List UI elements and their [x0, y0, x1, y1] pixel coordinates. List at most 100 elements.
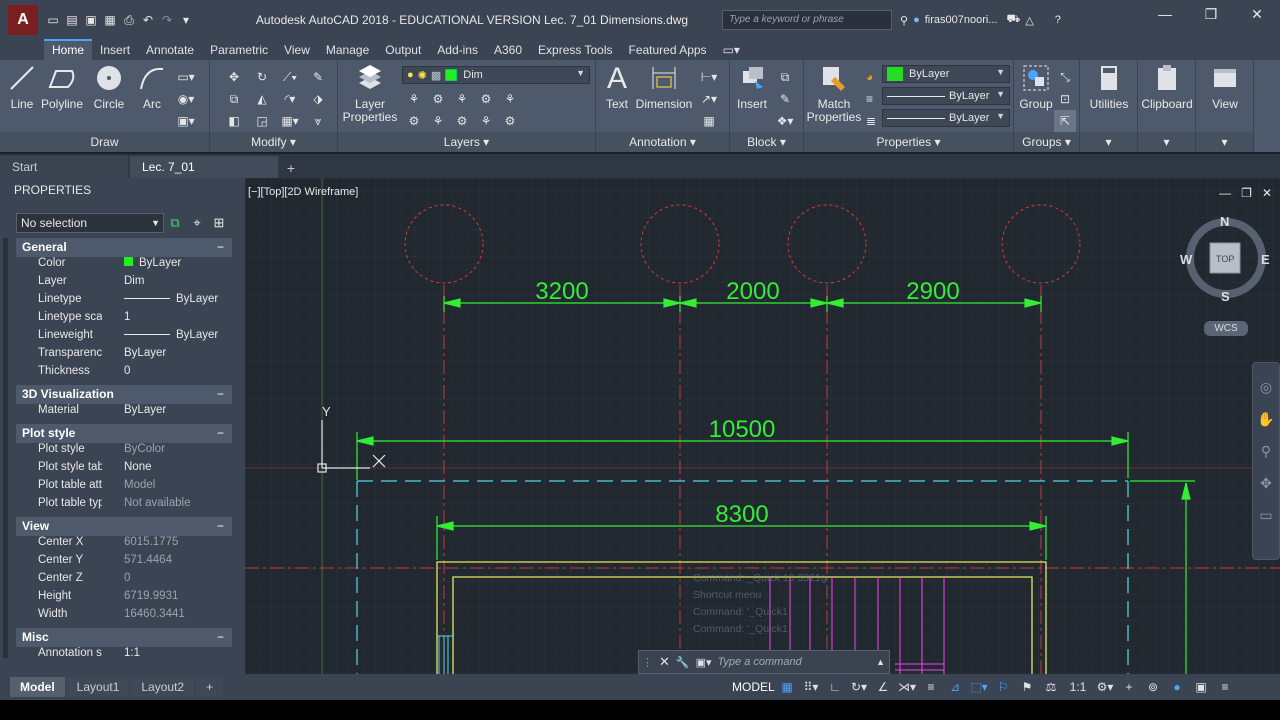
collapse-icon[interactable]: − [217, 385, 224, 404]
dim-text-2000[interactable]: 2000 [726, 278, 779, 305]
user-account[interactable]: ⚲ ● firas007noori... ⛟ △ ? [900, 13, 1061, 27]
group-general[interactable]: General − [16, 238, 232, 257]
dynamic-input-icon[interactable]: ⊿ [946, 677, 964, 697]
group-button[interactable]: Group [1018, 62, 1054, 111]
select-objects-icon[interactable]: ⌖ [186, 215, 208, 231]
zoom-icon[interactable]: ⚲ [1253, 435, 1279, 467]
hardware-acceleration-icon[interactable]: ● [1168, 677, 1186, 697]
layer-freeze-tool-icon[interactable]: ⚘ [450, 88, 474, 110]
create-block-icon[interactable]: ⧉ [772, 66, 798, 88]
property-row[interactable]: Linetype scale1 [16, 311, 232, 329]
layer-unlock-icon[interactable]: ⚘ [474, 110, 498, 132]
layer-walk-icon[interactable]: ⚙ [498, 110, 522, 132]
tab-model[interactable]: Model [10, 677, 65, 697]
property-row[interactable]: Annotation sc...1:1 [16, 647, 232, 665]
binoculars-icon[interactable]: ⚲ [900, 14, 908, 27]
tab-layout1[interactable]: Layout1 [66, 677, 130, 697]
command-input[interactable]: Type a command [718, 656, 802, 668]
linetype-combo[interactable]: ByLayer ▼ [882, 87, 1010, 105]
property-value[interactable]: 0 [102, 365, 232, 383]
copy-icon[interactable]: ⧉ [220, 88, 248, 110]
linear-dim-icon[interactable]: ⊢▾ [694, 66, 724, 88]
new-tab-icon[interactable]: + [280, 158, 302, 178]
property-row[interactable]: Center Z 0 [16, 572, 232, 590]
compass-north[interactable]: N [1220, 214, 1229, 229]
viewport-minimize-icon[interactable]: — [1219, 186, 1231, 200]
edit-attributes-icon[interactable]: ❖▾ [772, 110, 798, 132]
ungroup-icon[interactable]: ⤡ [1054, 66, 1076, 88]
selection-dropdown[interactable]: No selection ▼ [16, 213, 164, 233]
tab-annotate[interactable]: Annotate [138, 41, 202, 60]
palette-scrollbar[interactable] [3, 238, 8, 658]
compass-east[interactable]: E [1261, 252, 1270, 267]
viewcube[interactable]: N S E W TOP [1180, 214, 1270, 304]
property-row[interactable]: Layer Dim [16, 275, 232, 293]
rectangle-icon[interactable]: ▭▾ [170, 66, 202, 88]
group-3d-visualization[interactable]: 3D Visualization − [16, 385, 232, 404]
tab-a360[interactable]: A360 [486, 41, 530, 60]
save-icon[interactable]: ▣ [83, 12, 99, 28]
layer-match-icon[interactable]: ⚘ [498, 88, 522, 110]
tab-add-ins[interactable]: Add-ins [429, 41, 486, 60]
dim-text-2900[interactable]: 2900 [906, 278, 959, 305]
compass-west[interactable]: W [1180, 252, 1192, 267]
ribbon-minimize-icon[interactable]: ▭▾ [715, 41, 748, 60]
property-value[interactable]: Dim [102, 275, 232, 293]
annotation-visibility-icon[interactable]: ⚐ [994, 677, 1012, 697]
save-as-icon[interactable]: ▦ [102, 12, 118, 28]
groups-panel-label[interactable]: Groups ▾ [1014, 132, 1079, 152]
property-row[interactable]: Lineweight ByLayer [16, 329, 232, 347]
layer-off-icon[interactable]: ⚘ [402, 88, 426, 110]
collapse-icon[interactable]: − [217, 628, 224, 647]
tab-parametric[interactable]: Parametric [202, 41, 276, 60]
object-snap-icon[interactable]: ⋊▾ [898, 677, 916, 697]
color-combo[interactable]: ByLayer ▼ [882, 65, 1010, 83]
group-plot-style[interactable]: Plot style − [16, 424, 232, 443]
annotation-scale-value[interactable]: 1:1 [1066, 677, 1090, 697]
view-dropdown-icon[interactable]: ▾ [1196, 132, 1253, 152]
chevron-up-icon[interactable]: ▲ [876, 657, 885, 667]
app-menu-icon[interactable]: A [8, 5, 38, 35]
tab-express-tools[interactable]: Express Tools [530, 41, 620, 60]
stretch-icon[interactable]: ◧ [220, 110, 248, 132]
snap-icon[interactable]: ⠿▾ [802, 677, 820, 697]
draw-panel-label[interactable]: Draw [0, 132, 209, 152]
viewport-close-icon[interactable]: ✕ [1262, 186, 1272, 200]
layer-thaw-icon[interactable]: ⚙ [450, 110, 474, 132]
block-panel-label[interactable]: Block ▾ [730, 132, 803, 152]
insert-button[interactable]: Insert [734, 62, 770, 111]
quick-select-icon[interactable]: ⧉ [164, 215, 186, 231]
tab-view[interactable]: View [276, 41, 318, 60]
array-icon[interactable]: ▦▾ [276, 110, 304, 132]
properties-panel-label[interactable]: Properties ▾ [804, 132, 1013, 152]
group-edit-icon[interactable]: ⊡ [1054, 88, 1076, 110]
compass-south[interactable]: S [1221, 289, 1230, 304]
plus-icon[interactable]: + [1120, 677, 1138, 697]
property-value[interactable]: ByLayer [102, 329, 232, 347]
tab-drawing[interactable]: Lec. 7_01 Dimensions*✕ [130, 156, 278, 196]
edit-block-icon[interactable]: ✎ [772, 88, 798, 110]
customize-icon[interactable]: 🔧 [676, 656, 690, 669]
property-row[interactable]: Center Y 571.4464 [16, 554, 232, 572]
tab-layout2[interactable]: Layout2 [131, 677, 195, 697]
text-button[interactable]: A Text [602, 62, 632, 111]
cart-icon[interactable]: ⛟ [1006, 13, 1020, 27]
layers-panel-label[interactable]: Layers ▾ [338, 132, 595, 152]
dimension-button[interactable]: Dimension [636, 62, 692, 111]
polar-icon[interactable]: ↻▾ [850, 677, 868, 697]
tab-insert[interactable]: Insert [92, 41, 138, 60]
close-icon[interactable]: ✕ [659, 654, 670, 670]
steering-wheel-icon[interactable]: ◎ [1253, 371, 1279, 403]
explode-icon[interactable]: ⬗ [304, 88, 332, 110]
redo-icon[interactable]: ↷ [159, 12, 175, 28]
property-value[interactable]: None [102, 461, 232, 479]
group-misc[interactable]: Misc − [16, 628, 232, 647]
tab-home[interactable]: Home [44, 39, 93, 60]
search-input[interactable]: Type a keyword or phrase [722, 10, 892, 30]
collapse-icon[interactable]: − [217, 238, 224, 257]
match-properties-button[interactable]: Match Properties [806, 62, 862, 124]
command-prompt-icon[interactable]: ▣▾ [696, 656, 712, 669]
clipboard-dropdown-icon[interactable]: ▾ [1138, 132, 1195, 152]
selection-cycling-icon[interactable]: ⬚▾ [970, 677, 988, 697]
property-row[interactable]: Linetype ByLayer [16, 293, 232, 311]
